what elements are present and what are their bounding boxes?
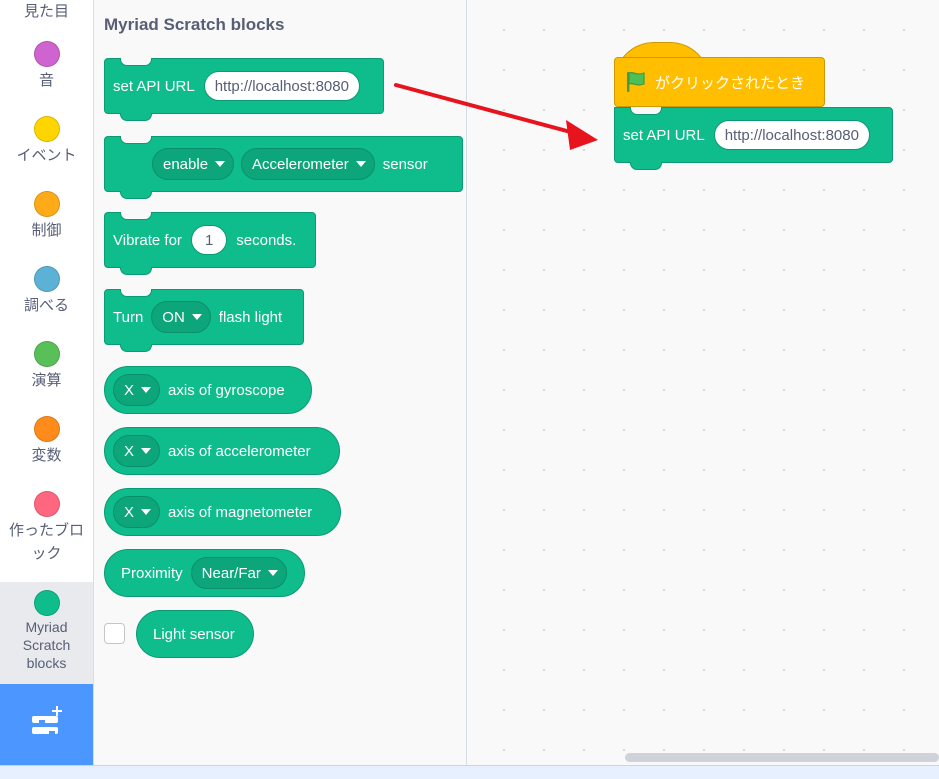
- block-set-api-url[interactable]: set API URL http://localhost:8080: [104, 58, 384, 121]
- block-proximity[interactable]: Proximity Near/Far: [104, 549, 305, 597]
- dropdown-value: Accelerometer: [252, 155, 349, 173]
- chevron-down-icon: [215, 161, 226, 167]
- flash-state-dropdown[interactable]: ON: [151, 301, 211, 333]
- axis-dropdown[interactable]: X: [113, 496, 161, 528]
- chevron-down-icon: [141, 448, 152, 454]
- block-enable-sensor[interactable]: enable Accelerometer sensor: [104, 136, 463, 199]
- bottom-bar: [0, 765, 939, 779]
- block-label: set API URL: [623, 126, 705, 144]
- category-color-dot: [33, 191, 60, 217]
- block-label: axis of gyroscope: [168, 381, 285, 399]
- category-label: 見た目: [23, 3, 69, 20]
- dropdown-value: Near/Far: [201, 564, 261, 582]
- block-label: Light sensor: [153, 625, 235, 643]
- category-color-dot: [33, 41, 60, 67]
- category-my-blocks[interactable]: 作ったブロック: [0, 491, 93, 565]
- light-sensor-checkbox[interactable]: [104, 623, 125, 644]
- dropdown-value: enable: [163, 155, 209, 173]
- category-sensing[interactable]: 調べる: [0, 266, 93, 317]
- category-looks[interactable]: 見た目: [0, 0, 93, 23]
- category-color-dot: [33, 341, 60, 367]
- palette-title: Myriad Scratch blocks: [104, 15, 285, 34]
- green-flag-icon: [627, 71, 645, 92]
- category-color-dot: [33, 416, 60, 442]
- category-color-dot: [33, 116, 60, 142]
- category-label: イベント: [16, 147, 77, 164]
- block-light-sensor[interactable]: Light sensor: [136, 610, 254, 658]
- block-vibrate[interactable]: Vibrate for 1 seconds.: [104, 212, 316, 275]
- category-label: 変数: [31, 447, 62, 464]
- workspace-api-url-input[interactable]: http://localhost:8080: [713, 120, 870, 150]
- proximity-dropdown[interactable]: Near/Far: [190, 557, 287, 589]
- category-variables[interactable]: 変数: [0, 416, 93, 467]
- workspace-scrollbar[interactable]: [625, 753, 939, 762]
- block-when-flag-clicked[interactable]: がクリックされたとき: [614, 57, 825, 107]
- block-label: sensor: [382, 155, 428, 173]
- chevron-down-icon: [191, 314, 202, 320]
- category-color-dot: [33, 491, 60, 517]
- block-label: axis of accelerometer: [168, 442, 311, 460]
- block-gyroscope-axis[interactable]: X axis of gyroscope: [104, 366, 312, 414]
- dropdown-value: X: [124, 503, 135, 521]
- category-label: 作ったブロック: [8, 522, 84, 562]
- add-extension-button[interactable]: [0, 684, 93, 765]
- chevron-down-icon: [267, 570, 278, 576]
- block-label: seconds.: [236, 231, 297, 249]
- category-color-dot: [33, 590, 60, 616]
- api-url-input[interactable]: http://localhost:8080: [203, 71, 360, 101]
- category-label: 演算: [31, 372, 62, 389]
- block-label: Turn: [113, 308, 144, 326]
- category-events[interactable]: イベント: [0, 116, 93, 167]
- sensor-dropdown[interactable]: Accelerometer: [241, 148, 375, 180]
- category-label: 制御: [31, 222, 62, 239]
- category-sound[interactable]: 音: [0, 41, 93, 92]
- dropdown-value: ON: [162, 308, 185, 326]
- category-myriad-scratch-blocks[interactable]: Myriad Scratch blocks: [0, 582, 93, 684]
- chevron-down-icon: [141, 509, 152, 515]
- block-magnetometer-axis[interactable]: X axis of magnetometer: [104, 488, 341, 536]
- workspace-block-set-api-url[interactable]: set API URL http://localhost:8080: [614, 107, 893, 170]
- chevron-down-icon: [141, 387, 152, 393]
- block-label: Proximity: [121, 564, 183, 582]
- vibrate-seconds-input[interactable]: 1: [190, 225, 228, 255]
- block-label: flash light: [218, 308, 283, 326]
- block-label: set API URL: [113, 77, 195, 95]
- block-label: axis of magnetometer: [168, 503, 313, 521]
- add-extension-icon: [32, 706, 62, 735]
- category-operators[interactable]: 演算: [0, 341, 93, 392]
- category-color-dot: [33, 266, 60, 292]
- category-sidebar: 見た目 音 イベント 制御 調べる 演算 変数 作ったブロック Myriad S…: [0, 0, 94, 765]
- dropdown-value: X: [124, 381, 135, 399]
- axis-dropdown[interactable]: X: [113, 435, 161, 467]
- category-label: 音: [38, 72, 54, 89]
- chevron-down-icon: [355, 161, 366, 167]
- block-accelerometer-axis[interactable]: X axis of accelerometer: [104, 427, 340, 475]
- category-label: Myriad Scratch blocks: [22, 619, 71, 671]
- category-control[interactable]: 制御: [0, 191, 93, 242]
- category-label: 調べる: [23, 297, 69, 314]
- dropdown-value: X: [124, 442, 135, 460]
- hat-block-label: がクリックされたとき: [655, 74, 806, 92]
- block-flash-light[interactable]: Turn ON flash light: [104, 289, 304, 352]
- block-label: Vibrate for: [113, 231, 182, 249]
- axis-dropdown[interactable]: X: [113, 374, 161, 406]
- enable-dropdown[interactable]: enable: [152, 148, 235, 180]
